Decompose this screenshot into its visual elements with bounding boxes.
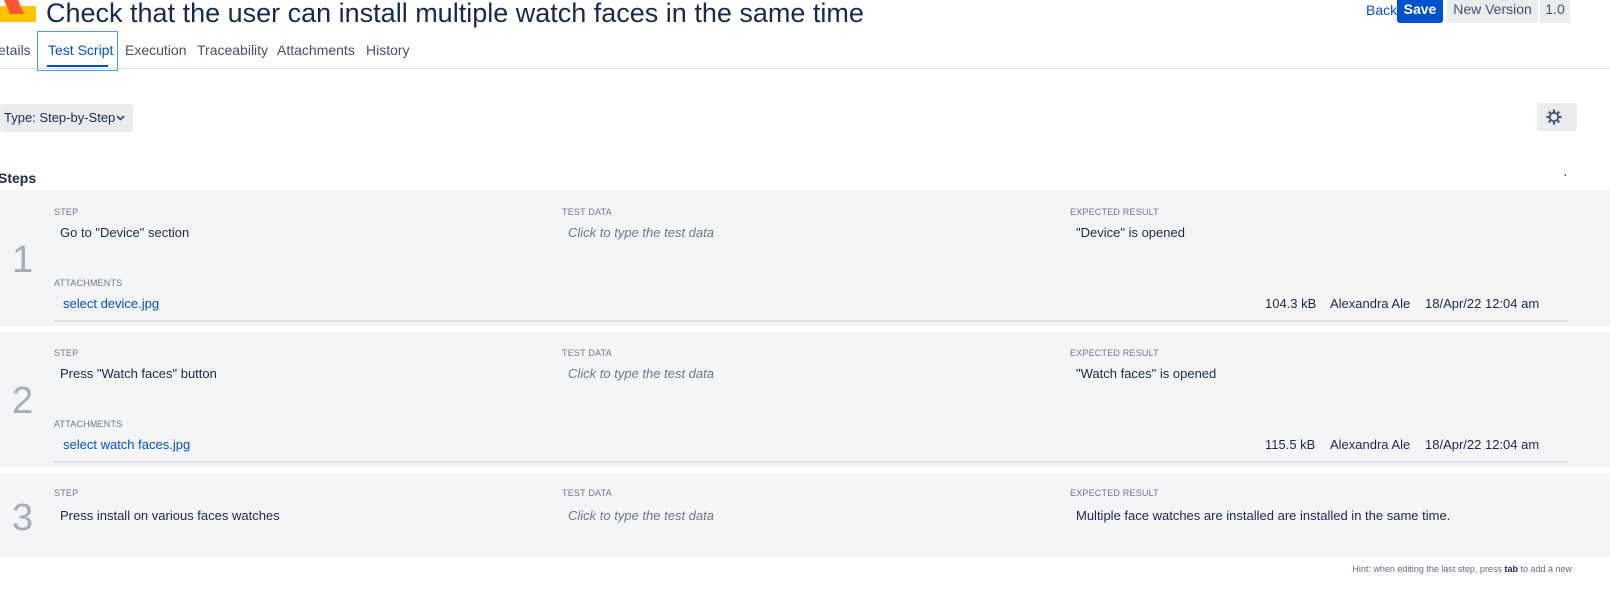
hint-text: Hint: when editing the last step, press [1352, 564, 1505, 574]
back-link[interactable]: Back [1366, 2, 1397, 18]
project-logo [0, 0, 36, 22]
tab-bar: etails Test Script Execution Traceabilit… [0, 30, 1610, 71]
steps-more-menu[interactable]: · [1563, 166, 1568, 182]
attachment-author: Alexandra Ale [1330, 296, 1411, 311]
attachment-row: select device.jpg 104.3 kB Alexandra Ale… [54, 293, 1568, 322]
tab-history[interactable]: History [366, 30, 410, 68]
attachment-author: Alexandra Ale [1330, 437, 1411, 452]
attachment-size: 115.5 kB [1265, 437, 1316, 452]
attachment-size: 104.3 kB [1265, 296, 1317, 311]
attachments-label: ATTACHMENTS [54, 419, 123, 429]
type-dropdown-label: Type: Step-by-Step [4, 110, 116, 125]
step-row-2: 2 STEP TEST DATA EXPECTED RESULT Press "… [0, 332, 1610, 467]
hint-key: tab [1504, 564, 1518, 574]
tab-attachments[interactable]: Attachments [277, 30, 355, 68]
expected-result[interactable]: Multiple face watches are installed are … [1076, 508, 1450, 523]
tab-test-script-label: Test Script [48, 42, 114, 58]
tab-execution[interactable]: Execution [125, 30, 186, 68]
attachment-link[interactable]: select device.jpg [63, 296, 159, 311]
step-description[interactable]: Go to "Device" section [60, 225, 189, 240]
tab-traceability[interactable]: Traceability [197, 30, 268, 68]
tab-details[interactable]: etails [0, 30, 31, 68]
steps-heading: Steps [0, 170, 37, 186]
expected-result[interactable]: "Device" is opened [1076, 225, 1185, 240]
step-number: 1 [12, 239, 34, 281]
attachment-row: select watch faces.jpg 115.5 kB Alexandr… [54, 434, 1568, 463]
test-data-label: TEST DATA [562, 348, 612, 358]
step-number: 3 [12, 497, 34, 539]
keyboard-hint: Hint: when editing the last step, press … [1352, 564, 1572, 574]
expected-result-label: EXPECTED RESULT [1070, 348, 1159, 358]
expected-result[interactable]: "Watch faces" is opened [1076, 366, 1216, 381]
test-data-field[interactable]: Click to type the test data [568, 508, 714, 523]
step-label: STEP [54, 207, 79, 217]
step-label: STEP [54, 348, 79, 358]
settings-button[interactable] [1537, 103, 1577, 131]
step-row-3: 3 STEP TEST DATA EXPECTED RESULT Press i… [0, 473, 1610, 557]
new-version-button[interactable]: New Version [1447, 0, 1538, 23]
type-dropdown[interactable]: Type: Step-by-Step [0, 104, 133, 132]
attachment-date: 18/Apr/22 12:04 am [1425, 437, 1540, 452]
step-description[interactable]: Press install on various faces watches [60, 508, 280, 523]
version-dropdown[interactable]: 1.0 [1540, 0, 1570, 23]
step-number: 2 [12, 380, 34, 422]
chevron-down-icon [116, 115, 125, 121]
tab-test-script[interactable]: Test Script [37, 31, 118, 71]
hint-text-end: to add a new [1517, 564, 1572, 574]
test-data-field[interactable]: Click to type the test data [568, 225, 714, 240]
attachments-label: ATTACHMENTS [54, 278, 123, 288]
test-data-label: TEST DATA [562, 488, 612, 498]
gear-icon [1546, 109, 1562, 125]
step-description[interactable]: Press "Watch faces" button [60, 366, 217, 381]
test-data-label: TEST DATA [562, 207, 612, 217]
test-data-field[interactable]: Click to type the test data [568, 366, 714, 381]
step-label: STEP [54, 488, 79, 498]
expected-result-label: EXPECTED RESULT [1070, 488, 1159, 498]
attachment-date: 18/Apr/22 12:04 am [1425, 296, 1540, 311]
active-tab-indicator [47, 65, 108, 67]
page-title: Check that the user can install multiple… [46, 0, 864, 28]
save-button[interactable]: Save [1397, 0, 1443, 23]
expected-result-label: EXPECTED RESULT [1070, 207, 1159, 217]
step-row-1: 1 STEP TEST DATA EXPECTED RESULT Go to "… [0, 191, 1610, 326]
attachment-link[interactable]: select watch faces.jpg [63, 437, 190, 452]
